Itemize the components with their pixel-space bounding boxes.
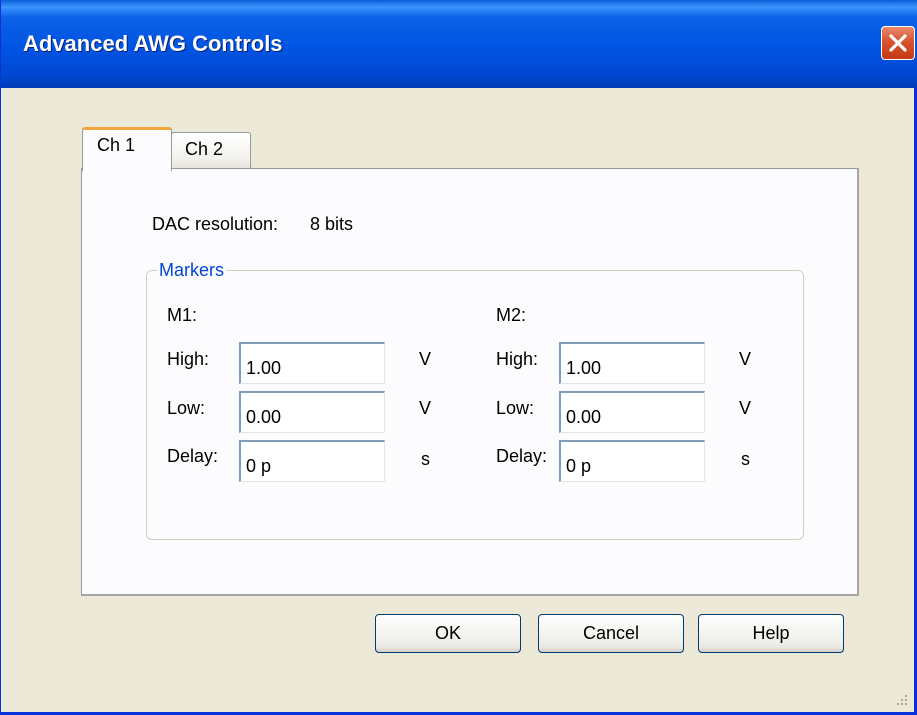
help-button[interactable]: Help [698, 614, 844, 653]
m1-title: M1: [167, 305, 198, 325]
dac-resolution-label: DAC resolution: [152, 214, 279, 234]
tab-ch1-label: Ch 1 [97, 135, 136, 155]
dialog-window: Advanced AWG Controls Ch 1 Ch 2 DAC reso… [0, 0, 917, 715]
close-button[interactable] [881, 26, 915, 60]
m1-low-label: Low: [167, 398, 206, 418]
m2-delay-unit: s [741, 449, 750, 469]
tab-ch2[interactable]: Ch 2 [171, 132, 251, 168]
m2-high-unit: V [739, 349, 752, 369]
m1-delay-label: Delay: [167, 446, 219, 466]
ok-button[interactable]: OK [375, 614, 521, 653]
m2-delay-label: Delay: [496, 446, 548, 466]
m2-high-input[interactable] [559, 342, 705, 384]
m2-low-label: Low: [496, 398, 535, 418]
dac-resolution-value: 8 bits [310, 214, 354, 234]
tab-panel: DAC resolution: 8 bits Markers M1: High:… [81, 168, 859, 596]
m1-high-label: High: [167, 349, 210, 369]
markers-legend: Markers [157, 260, 227, 281]
m1-high-input[interactable] [239, 342, 385, 384]
close-icon [889, 34, 907, 52]
window-title: Advanced AWG Controls [23, 31, 283, 56]
m2-low-input[interactable] [559, 391, 705, 433]
tab-ch2-label: Ch 2 [185, 139, 224, 159]
m1-delay-input[interactable] [239, 440, 385, 482]
m2-delay-input[interactable] [559, 440, 705, 482]
markers-group: Markers M1: High: V Low: V Delay: s M2: … [146, 260, 804, 540]
cancel-button[interactable]: Cancel [538, 614, 684, 653]
m1-low-unit: V [419, 398, 432, 418]
m1-delay-unit: s [421, 449, 430, 469]
m2-title: M2: [496, 305, 527, 325]
m1-high-unit: V [419, 349, 432, 369]
tab-ch1[interactable]: Ch 1 [82, 127, 172, 171]
resize-grip-icon[interactable] [895, 693, 909, 707]
m2-high-label: High: [496, 349, 539, 369]
m2-low-unit: V [739, 398, 752, 418]
title-bar[interactable]: Advanced AWG Controls [1, 0, 917, 88]
m1-low-input[interactable] [239, 391, 385, 433]
